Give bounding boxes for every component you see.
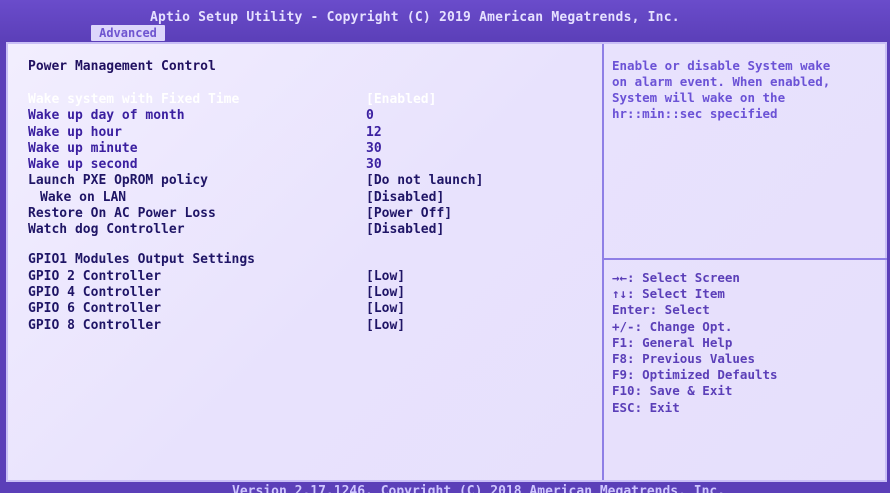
- setting-wake-day[interactable]: Wake up day of month 0: [28, 108, 598, 124]
- setting-label: Wake system with Fixed Time: [28, 92, 240, 107]
- setting-gpio-6[interactable]: GPIO 6 Controller [Low]: [28, 301, 598, 317]
- setting-value[interactable]: [Disabled]: [366, 222, 444, 238]
- setting-label: GPIO 2 Controller: [28, 268, 162, 284]
- setting-wake-minute[interactable]: Wake up minute 30: [28, 141, 598, 157]
- key-select-screen: →←: Select Screen: [612, 270, 740, 285]
- key-select-item: ↑↓: Select Item: [612, 286, 725, 302]
- setting-value[interactable]: [Enabled]: [366, 92, 436, 108]
- setting-label: Watch dog Controller: [28, 222, 185, 238]
- main-frame: Power Management Control Wake system wit…: [6, 42, 887, 482]
- setting-label: Wake up minute: [28, 140, 138, 156]
- window-title: Aptio Setup Utility - Copyright (C) 2019…: [150, 10, 680, 25]
- setting-gpio-2[interactable]: GPIO 2 Controller [Low]: [28, 269, 598, 285]
- help-text: Enable or disable System wake on alarm e…: [612, 58, 882, 122]
- setting-value[interactable]: [Do not launch]: [366, 173, 483, 189]
- key-f9: F9: Optimized Defaults: [612, 367, 778, 383]
- setting-label: Wake up second: [28, 157, 138, 173]
- key-f1: F1: General Help: [612, 334, 733, 350]
- setting-wake-second[interactable]: Wake up second 30: [28, 157, 598, 173]
- setting-watchdog[interactable]: Watch dog Controller [Disabled]: [28, 222, 598, 238]
- setting-label: Launch PXE OpROM policy: [28, 173, 209, 189]
- setting-value[interactable]: 0: [366, 108, 374, 124]
- version-text: Version 2.17.1246. Copyright (C) 2018 Am…: [232, 484, 726, 493]
- setting-value[interactable]: [Disabled]: [366, 190, 444, 206]
- setting-wake-hour[interactable]: Wake up hour 12: [28, 125, 598, 141]
- help-divider: [604, 258, 887, 260]
- vertical-divider: [602, 44, 604, 480]
- setting-restore-ac[interactable]: Restore On AC Power Loss [Power Off]: [28, 206, 598, 222]
- setting-label: GPIO 8 Controller: [28, 317, 162, 333]
- key-change-opt: +/-: Change Opt.: [612, 318, 733, 334]
- key-legend: →←: Select Screen ↑↓: Select Item Enter:…: [612, 270, 882, 416]
- gpio-section-title: GPIO1 Modules Output Settings: [28, 251, 255, 267]
- setting-pxe-policy[interactable]: Launch PXE OpROM policy [Do not launch]: [28, 173, 598, 189]
- setting-gpio-8[interactable]: GPIO 8 Controller [Low]: [28, 318, 598, 334]
- help-line: on alarm event. When enabled,: [612, 74, 831, 89]
- setting-value[interactable]: [Low]: [366, 301, 405, 317]
- key-enter: Enter: Select: [612, 302, 710, 318]
- setting-gpio-4[interactable]: GPIO 4 Controller [Low]: [28, 285, 598, 301]
- setting-value[interactable]: [Power Off]: [366, 206, 452, 222]
- setting-label: GPIO 6 Controller: [28, 301, 162, 317]
- setting-label: Wake on LAN: [40, 189, 127, 205]
- help-line: System will wake on the: [612, 90, 786, 105]
- section-title: Power Management Control: [28, 59, 216, 74]
- setting-value[interactable]: [Low]: [366, 269, 405, 285]
- key-esc: ESC: Exit: [612, 399, 680, 415]
- setting-label: Wake up hour: [28, 124, 122, 140]
- setting-value[interactable]: 30: [366, 141, 382, 157]
- setting-value[interactable]: [Low]: [366, 318, 405, 334]
- setting-label: Restore On AC Power Loss: [28, 206, 216, 222]
- tab-advanced[interactable]: Advanced: [91, 25, 165, 41]
- setting-wake-on-lan[interactable]: Wake on LAN [Disabled]: [28, 190, 598, 206]
- settings-panel: Power Management Control Wake system wit…: [28, 58, 598, 334]
- help-line: Enable or disable System wake: [612, 58, 831, 73]
- setting-value[interactable]: 30: [366, 157, 382, 173]
- help-line: hr::min::sec specified: [612, 106, 778, 121]
- setting-label: Wake up day of month: [28, 108, 185, 124]
- key-f8: F8: Previous Values: [612, 351, 755, 367]
- footer-bar: Version 2.17.1246. Copyright (C) 2018 Am…: [0, 482, 890, 493]
- title-bar: Aptio Setup Utility - Copyright (C) 2019…: [0, 0, 890, 42]
- key-f10: F10: Save & Exit: [612, 383, 733, 399]
- setting-value[interactable]: [Low]: [366, 285, 405, 301]
- setting-wake-fixed-time[interactable]: Wake system with Fixed Time [Enabled]: [28, 92, 598, 108]
- setting-label: GPIO 4 Controller: [28, 284, 162, 300]
- setting-value[interactable]: 12: [366, 125, 382, 141]
